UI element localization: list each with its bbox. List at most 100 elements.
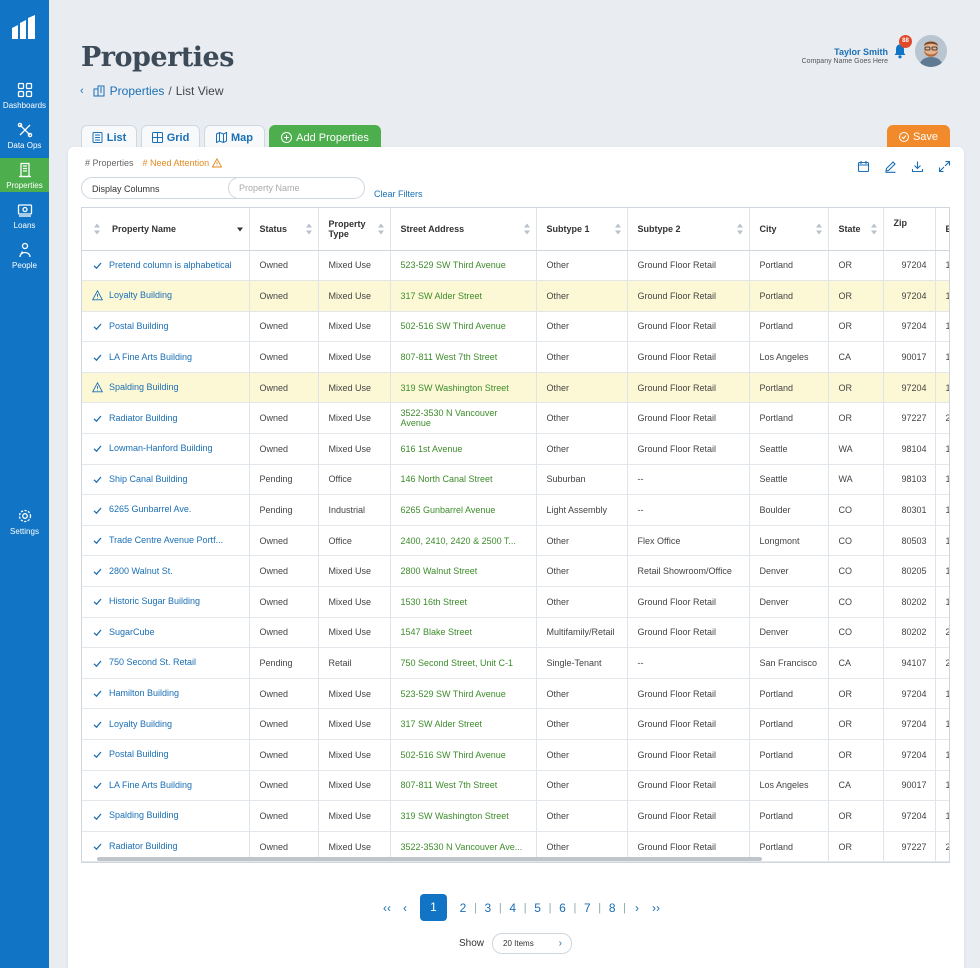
street-address-cell[interactable]: 2400, 2410, 2420 & 2500 T... (390, 525, 537, 557)
property-name-link[interactable]: Spalding Building (109, 382, 179, 392)
table-row[interactable]: SugarCube Owned Mixed Use 1547 Blake Street… (82, 617, 949, 649)
page-2-button[interactable]: 2 (455, 901, 471, 915)
street-address-cell[interactable]: 750 Second Street, Unit C-1 (390, 647, 537, 679)
last-page-button[interactable]: ›› (645, 901, 667, 915)
property-name-cell[interactable]: Postal Building (82, 739, 250, 771)
street-address-cell[interactable]: 6265 Gunbarrel Avenue (390, 494, 537, 526)
nav-loans[interactable]: Loans (0, 202, 49, 236)
property-name-cell[interactable]: SugarCube (82, 617, 250, 649)
table-row[interactable]: Postal Building Owned Mixed Use 502-516 SW … (82, 311, 949, 343)
street-address-cell[interactable]: 319 SW Washington Street (390, 800, 537, 832)
street-address-cell[interactable]: 146 North Canal Street (390, 464, 537, 496)
page-6-button[interactable]: 6 (554, 901, 570, 915)
street-address-cell[interactable]: 523-529 SW Third Avenue (390, 250, 537, 282)
nav-data-ops[interactable]: Data Ops (0, 122, 49, 156)
property-name-cell[interactable]: Ship Canal Building (82, 464, 250, 496)
street-address-cell[interactable]: 807-811 West 7th Street (390, 341, 537, 373)
street-address-cell[interactable]: 319 SW Washington Street (390, 372, 537, 404)
property-name-cell[interactable]: Loyalty Building (82, 708, 250, 740)
properties-count-tag[interactable]: # Properties (85, 158, 134, 168)
tab-map[interactable]: Map (204, 125, 265, 149)
page-8-button[interactable]: 8 (604, 901, 620, 915)
column-header-street-address[interactable]: Street Address (390, 208, 537, 251)
tab-list[interactable]: List (81, 125, 137, 149)
table-row[interactable]: Loyalty Building Owned Mixed Use 317 SW Ald… (82, 280, 949, 312)
property-name-cell[interactable]: LA Fine Arts Building (82, 770, 250, 802)
table-row[interactable]: Hamilton Building Owned Mixed Use 523-529 S… (82, 678, 949, 710)
need-attention-tag[interactable]: # Need Attention (143, 158, 223, 168)
column-header-subtype-1[interactable]: Subtype 1 (536, 208, 628, 251)
property-name-link[interactable]: LA Fine Arts Building (109, 780, 192, 790)
street-address-cell[interactable]: 807-811 West 7th Street (390, 770, 537, 802)
column-header-zip[interactable]: Zip (883, 208, 936, 251)
property-name-cell[interactable]: Radiator Building (82, 402, 250, 435)
street-address-cell[interactable]: 523-529 SW Third Avenue (390, 678, 537, 710)
column-header-state[interactable]: State (828, 208, 884, 251)
column-header-property-name[interactable]: Property Name (82, 208, 250, 251)
table-row[interactable]: Pretend column is alphabetical Owned Mixed… (82, 250, 949, 282)
column-header-status[interactable]: Status (249, 208, 319, 251)
expand-icon[interactable] (938, 160, 951, 173)
property-name-cell[interactable]: Spalding Building (82, 372, 250, 404)
street-address-cell[interactable]: 2800 Walnut Street (390, 555, 537, 588)
property-name-search-input[interactable] (228, 177, 365, 199)
column-header-e[interactable]: E (935, 208, 949, 251)
property-name-link[interactable]: Radiator Building (109, 841, 178, 851)
property-name-cell[interactable]: Pretend column is alphabetical (82, 250, 250, 282)
property-name-link[interactable]: SugarCube (109, 627, 155, 637)
property-name-cell[interactable]: LA Fine Arts Building (82, 341, 250, 373)
property-name-link[interactable]: 2800 Walnut St. (109, 566, 173, 576)
page-4-button[interactable]: 4 (505, 901, 521, 915)
street-address-cell[interactable]: 1530 16th Street (390, 586, 537, 618)
edit-pencil-icon[interactable] (884, 160, 897, 173)
nav-settings[interactable]: Settings (0, 508, 49, 542)
table-row[interactable]: 2800 Walnut St. Owned Mixed Use 2800 Walnut… (82, 555, 949, 588)
avatar[interactable] (915, 35, 947, 67)
page-size-select[interactable]: 20 Items › (492, 933, 573, 954)
property-name-link[interactable]: LA Fine Arts Building (109, 352, 192, 362)
street-address-cell[interactable]: 616 1st Avenue (390, 433, 537, 465)
table-row[interactable]: Lowman-Hanford Building Owned Mixed Use 616… (82, 433, 949, 465)
column-header-subtype-2[interactable]: Subtype 2 (627, 208, 750, 251)
property-name-link[interactable]: Hamilton Building (109, 688, 179, 698)
user-info[interactable]: Taylor Smith Company Name Goes Here (802, 47, 888, 65)
back-chevron-icon[interactable]: ‹ (80, 85, 84, 97)
table-row[interactable]: 750 Second St. Retail Pending Retail 750 Se… (82, 647, 949, 679)
calendar-icon[interactable] (857, 160, 870, 173)
property-name-cell[interactable]: 6265 Gunbarrel Ave. (82, 494, 250, 526)
first-page-button[interactable]: ‹‹ (376, 901, 398, 915)
page-7-button[interactable]: 7 (579, 901, 595, 915)
table-row[interactable]: Spalding Building Owned Mixed Use 319 SW Wa… (82, 800, 949, 832)
street-address-cell[interactable]: 502-516 SW Third Avenue (390, 311, 537, 343)
breadcrumb-properties-link[interactable]: Properties (110, 84, 165, 98)
page-1-button[interactable]: 1 (420, 894, 447, 921)
property-name-cell[interactable]: 2800 Walnut St. (82, 555, 250, 588)
next-page-button[interactable]: › (629, 901, 645, 915)
table-row[interactable]: Postal Building Owned Mixed Use 502-516 SW … (82, 739, 949, 771)
page-3-button[interactable]: 3 (480, 901, 496, 915)
add-properties-button[interactable]: Add Properties (269, 125, 381, 149)
horizontal-scrollbar[interactable] (97, 857, 762, 861)
download-icon[interactable] (911, 160, 924, 173)
property-name-link[interactable]: Spalding Building (109, 810, 179, 820)
save-button[interactable]: Save (887, 125, 950, 148)
property-name-link[interactable]: Radiator Building (109, 413, 178, 423)
table-row[interactable]: Radiator Building Owned Mixed Use 3522-3530… (82, 402, 949, 435)
property-name-link[interactable]: Postal Building (109, 749, 169, 759)
table-row[interactable]: Spalding Building Owned Mixed Use 319 SW Wa… (82, 372, 949, 404)
page-5-button[interactable]: 5 (530, 901, 546, 915)
property-name-link[interactable]: 6265 Gunbarrel Ave. (109, 504, 191, 514)
nav-properties[interactable]: Properties (0, 158, 49, 192)
property-name-link[interactable]: Trade Centre Avenue Portf... (109, 535, 223, 545)
tab-grid[interactable]: Grid (141, 125, 200, 149)
property-name-cell[interactable]: Lowman-Hanford Building (82, 433, 250, 465)
nav-dashboards[interactable]: Dashboards (0, 82, 49, 116)
property-name-link[interactable]: Postal Building (109, 321, 169, 331)
property-name-cell[interactable]: Hamilton Building (82, 678, 250, 710)
property-name-cell[interactable]: Postal Building (82, 311, 250, 343)
property-name-link[interactable]: Historic Sugar Building (109, 596, 200, 606)
table-row[interactable]: Historic Sugar Building Owned Mixed Use 153… (82, 586, 949, 618)
table-row[interactable]: Loyalty Building Owned Mixed Use 317 SW Ald… (82, 708, 949, 740)
prev-page-button[interactable]: ‹ (398, 901, 412, 915)
property-name-link[interactable]: Loyalty Building (109, 290, 172, 300)
